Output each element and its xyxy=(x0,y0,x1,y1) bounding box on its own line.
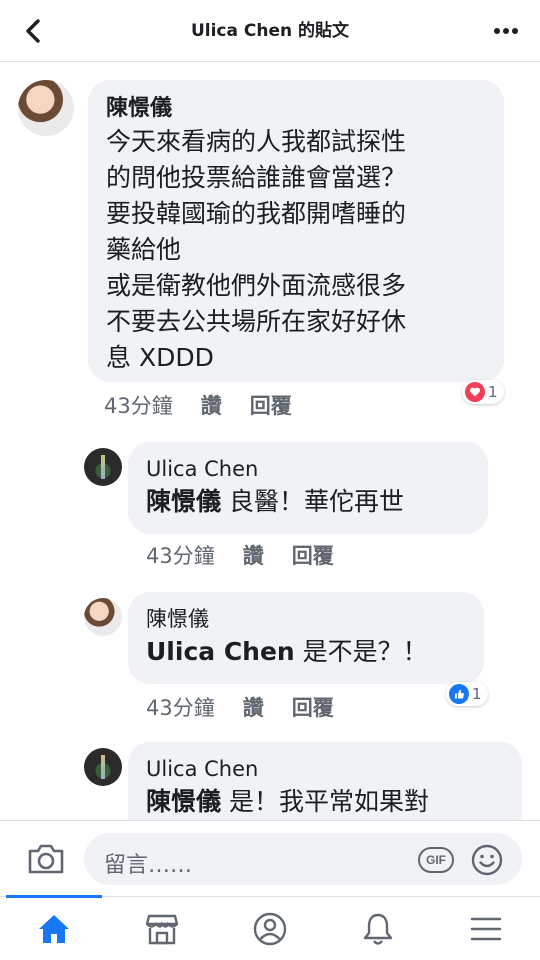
comment-actions: 43分鐘 讚 回覆 xyxy=(146,692,334,722)
like-button[interactable]: 讚 xyxy=(243,692,264,722)
comment-bubble: 陳憬儀 Ulica Chen 是不是？！ xyxy=(128,592,484,684)
avatar[interactable] xyxy=(84,448,122,486)
avatar[interactable] xyxy=(18,80,74,136)
avatar[interactable] xyxy=(84,598,122,636)
love-reaction-icon xyxy=(465,382,485,402)
comment-text: 今天來看病的人我都試探性 的問他投票給誰誰會當選？ 要投韓國瑜的我都開嗜睡的 藥… xyxy=(106,127,407,372)
more-options-button[interactable] xyxy=(486,14,526,48)
comment-text: 陳憬儀 是！我平常如果對 xyxy=(146,784,504,820)
nav-home[interactable] xyxy=(0,895,108,960)
comment-input-placeholder: 留言…… xyxy=(104,853,193,878)
camera-button[interactable] xyxy=(26,841,66,877)
bottom-navigation xyxy=(0,895,540,960)
comment-list: 陳憬儀 今天來看病的人我都試探性 的問他投票給誰誰會當選？ 要投韓國瑜的我都開嗜… xyxy=(0,62,540,820)
like-button[interactable]: 讚 xyxy=(243,540,264,570)
comment-author[interactable]: Ulica Chen xyxy=(146,454,470,484)
top-bar: Ulica Chen 的貼文 xyxy=(0,0,540,62)
comment-time[interactable]: 43分鐘 xyxy=(146,540,215,570)
reply-button[interactable]: 回覆 xyxy=(292,692,334,722)
comment-body: 是！我平常如果對 xyxy=(221,787,429,816)
home-icon xyxy=(39,915,69,943)
reaction-count[interactable]: 1 xyxy=(462,380,504,404)
reply-button[interactable]: 回覆 xyxy=(250,390,292,420)
mention-link[interactable]: 陳憬儀 xyxy=(146,787,221,816)
emoji-icon xyxy=(471,844,503,876)
comment-author[interactable]: Ulica Chen xyxy=(146,754,504,784)
comment-bubble: Ulica Chen 陳憬儀 良醫！華佗再世 xyxy=(128,442,488,534)
nav-menu[interactable] xyxy=(432,897,540,960)
comment-composer: 留言…… GIF xyxy=(0,820,540,896)
profile-icon xyxy=(253,912,287,946)
nav-profile[interactable] xyxy=(216,897,324,960)
more-icon xyxy=(494,28,518,34)
reaction-number: 1 xyxy=(488,383,498,401)
comment-bubble: 陳憬儀 今天來看病的人我都試探性 的問他投票給誰誰會當選？ 要投韓國瑜的我都開嗜… xyxy=(88,80,504,382)
nav-notifications[interactable] xyxy=(324,897,432,960)
bell-icon xyxy=(363,913,393,945)
mention-link[interactable]: 陳憬儀 xyxy=(146,487,221,516)
menu-icon xyxy=(470,917,502,941)
gif-button[interactable]: GIF xyxy=(418,847,454,873)
page-title: Ulica Chen 的貼文 xyxy=(190,21,350,41)
comment-time[interactable]: 43分鐘 xyxy=(146,692,215,722)
comment-time[interactable]: 43分鐘 xyxy=(104,390,173,420)
like-button[interactable]: 讚 xyxy=(201,390,222,420)
comment-bubble: Ulica Chen 陳憬儀 是！我平常如果對 xyxy=(128,742,522,820)
comment-actions: 43分鐘 讚 回覆 xyxy=(146,540,334,570)
nav-marketplace[interactable] xyxy=(108,897,216,960)
comment-author[interactable]: 陳憬儀 xyxy=(106,94,486,124)
comment-text: Ulica Chen 是不是？！ xyxy=(146,634,466,670)
comment-body: 是不是？！ xyxy=(294,637,428,666)
mention-link[interactable]: Ulica Chen xyxy=(146,637,295,666)
marketplace-icon xyxy=(145,914,179,945)
reply-button[interactable]: 回覆 xyxy=(292,540,334,570)
comment-text: 陳憬儀 良醫！華佗再世 xyxy=(146,484,470,520)
like-reaction-icon xyxy=(449,684,469,704)
reaction-number: 1 xyxy=(472,685,482,703)
reaction-count[interactable]: 1 xyxy=(446,682,488,706)
comment-actions: 43分鐘 讚 回覆 xyxy=(104,390,292,420)
comment-body: 良醫！華佗再世 xyxy=(221,487,404,516)
active-tab-indicator xyxy=(6,895,102,898)
comment-author[interactable]: 陳憬儀 xyxy=(146,604,466,634)
camera-icon xyxy=(28,844,64,874)
avatar[interactable] xyxy=(84,748,122,786)
emoji-button[interactable] xyxy=(470,843,504,877)
